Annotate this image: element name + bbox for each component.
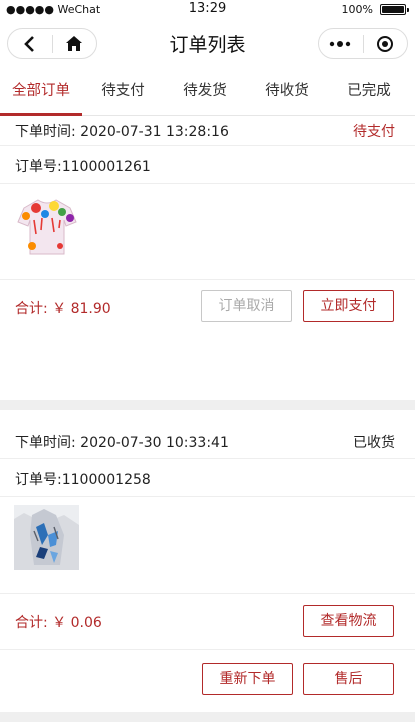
navigation-bar: 订单列表 [0, 18, 415, 68]
order-number: 订单号:1100001261 [15, 159, 151, 175]
pay-now-button[interactable]: 立即支付 [303, 290, 394, 322]
view-logistics-button[interactable]: 查看物流 [303, 605, 394, 637]
order-card[interactable]: 下单时间: 2020-07-31 13:28:16 待支付 订单号:110000… [0, 116, 415, 400]
target-circle-icon [377, 35, 394, 52]
tab-pending-shipment[interactable]: 待发货 [164, 68, 246, 114]
reorder-button[interactable]: 重新下单 [202, 663, 293, 695]
order-number: 订单号:1100001258 [15, 472, 151, 488]
product-row[interactable] [0, 497, 415, 594]
tab-all-orders[interactable]: 全部订单 [0, 68, 82, 116]
order-actions-row: 重新下单 售后 [0, 650, 415, 711]
more-button[interactable] [319, 29, 363, 58]
order-time: 下单时间: 2020-07-31 13:28:16 [15, 124, 229, 140]
home-button[interactable] [53, 29, 97, 58]
order-total: 合计: ￥ 0.06 [15, 615, 102, 631]
order-time: 下单时间: 2020-07-30 10:33:41 [15, 435, 229, 451]
product-thumbnail[interactable] [14, 505, 79, 570]
order-status-tabs: 全部订单 待支付 待发货 待收货 已完成 [0, 68, 415, 116]
battery-icon [380, 4, 409, 15]
status-bar: ●●●●● WeChat 13:29 100% [0, 0, 415, 18]
order-header: 下单时间: 2020-07-31 13:28:16 待支付 [0, 116, 415, 146]
back-arrow-icon [23, 35, 34, 52]
close-miniprogram-button[interactable] [364, 29, 408, 58]
order-total: 合计: ￥ 81.90 [15, 301, 111, 317]
after-sales-button[interactable]: 售后 [303, 663, 394, 695]
order-total-row: 合计: ￥ 0.06 查看物流 [0, 594, 415, 650]
tab-pending-payment[interactable]: 待支付 [82, 68, 164, 114]
order-number-row: 订单号:1100001258 [0, 459, 415, 497]
order-number-row: 订单号:1100001261 [0, 146, 415, 184]
order-status-badge: 待支付 [353, 124, 395, 140]
nav-capsule-left [7, 28, 97, 59]
nav-capsule-right [318, 28, 408, 59]
order-header: 下单时间: 2020-07-30 10:33:41 已收货 [0, 410, 415, 459]
order-card[interactable]: 下单时间: 2020-07-30 10:33:41 已收货 订单号:110000… [0, 410, 415, 712]
more-dots-icon [329, 40, 350, 47]
tab-pending-receipt[interactable]: 待收货 [246, 68, 328, 114]
order-total-row: 合计: ￥ 81.90 订单取消 立即支付 [0, 280, 415, 335]
home-icon [66, 36, 83, 51]
product-thumbnail[interactable] [14, 194, 80, 260]
tab-completed[interactable]: 已完成 [328, 68, 410, 114]
order-status-badge: 已收货 [353, 435, 395, 451]
product-row[interactable] [0, 184, 415, 280]
cancel-order-button[interactable]: 订单取消 [201, 290, 292, 322]
back-button[interactable] [8, 29, 52, 58]
battery-percent: 100% [341, 3, 373, 16]
